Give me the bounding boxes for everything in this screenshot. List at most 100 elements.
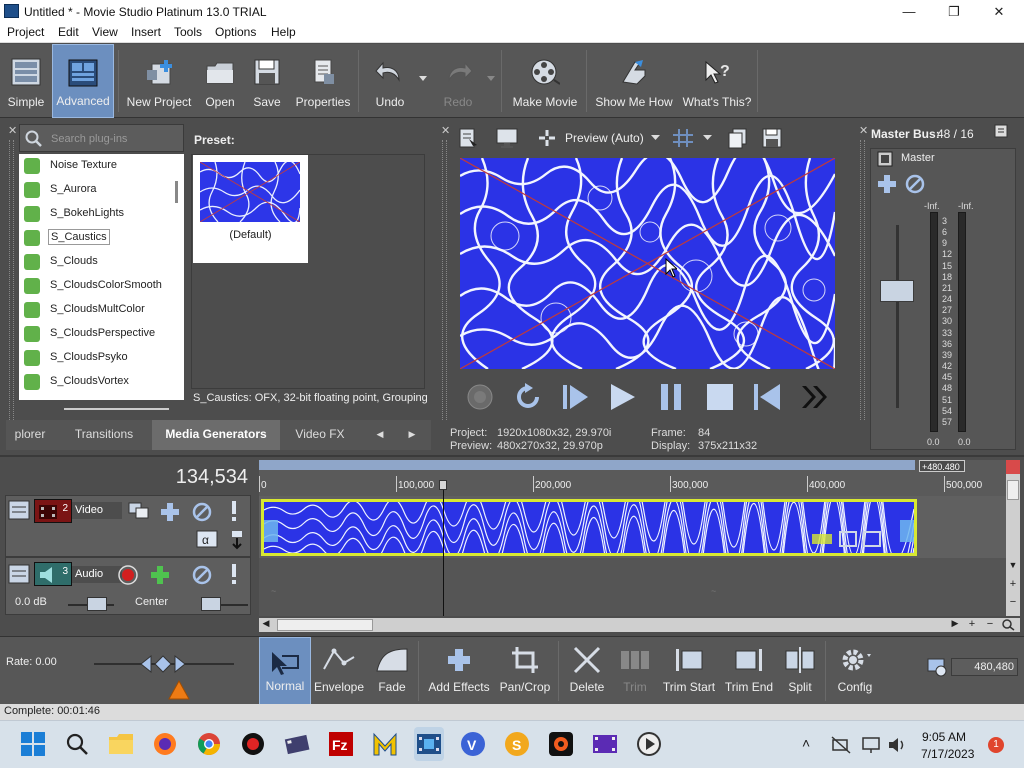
playhead-handle[interactable] <box>439 480 447 490</box>
plugin-item[interactable]: S_Caustics <box>19 226 184 250</box>
firefox-icon[interactable] <box>152 731 178 757</box>
audio-track-lane[interactable]: ~ ~ <box>259 558 1006 616</box>
plugin-item[interactable]: S_CloudsPerspective <box>19 322 184 346</box>
redo-dropdown[interactable] <box>484 44 498 118</box>
plugin-list[interactable]: Noise Texture S_Aurora S_BokehLights S_Caus… <box>19 154 184 400</box>
windows-start-icon[interactable] <box>20 731 46 757</box>
volume-icon[interactable] <box>887 736 907 754</box>
scroll-down-arrow[interactable]: ▼ <box>1006 560 1020 574</box>
zoom-out-vertical[interactable]: − <box>1006 596 1020 610</box>
plugin-item[interactable]: S_CloudsPsyko <box>19 346 184 370</box>
close-panel-icon[interactable]: ✕ <box>859 124 868 137</box>
media-player-icon[interactable] <box>636 731 662 757</box>
add-effects-button[interactable]: Add Effects <box>426 637 492 705</box>
video-editor-icon[interactable] <box>284 731 310 757</box>
zoom-in-vertical[interactable]: + <box>1006 578 1020 592</box>
scrollbar-thumb[interactable] <box>175 181 178 203</box>
copy-snapshot-icon[interactable] <box>727 127 749 149</box>
search-icon[interactable] <box>64 731 90 757</box>
go-to-start-button[interactable] <box>750 380 784 414</box>
split-screen-icon[interactable] <box>537 128 557 148</box>
rate-slider-thumb[interactable] <box>139 655 187 673</box>
redo-button[interactable]: Redo <box>434 44 482 118</box>
clock-date[interactable]: 7/17/2023 <box>921 747 974 761</box>
s-app-icon[interactable]: S <box>504 731 530 757</box>
v-app-icon[interactable]: V <box>460 731 486 757</box>
whats-this-button[interactable]: ? What's This? <box>680 44 754 118</box>
panel-grip[interactable] <box>860 140 865 420</box>
pan-slider-thumb[interactable] <box>201 597 221 611</box>
mixer-options-icon[interactable] <box>994 124 1008 138</box>
menu-options[interactable]: Options <box>215 25 256 39</box>
envelope-edit-tool[interactable]: Envelope <box>312 637 366 705</box>
chevron-down-icon[interactable] <box>703 135 712 141</box>
plugin-list-hscroll[interactable] <box>19 400 184 418</box>
volume-slider-thumb[interactable] <box>87 597 107 611</box>
scroll-left-arrow[interactable]: ◀ <box>259 618 273 632</box>
close-button[interactable]: ✕ <box>976 0 1022 23</box>
plugin-item[interactable]: S_BokehLights <box>19 202 184 226</box>
track-motion-icon[interactable]: α <box>196 530 218 548</box>
tray-chevron-icon[interactable]: ˄ <box>802 735 810 751</box>
config-button[interactable]: Config <box>832 637 878 705</box>
panel-grip[interactable] <box>9 140 14 420</box>
plugin-item[interactable]: S_CloudsVortex <box>19 370 184 394</box>
stop-button[interactable] <box>703 380 737 414</box>
arm-record-icon[interactable] <box>117 564 139 586</box>
track-minimize-icon[interactable] <box>8 500 30 520</box>
external-monitor-icon[interactable] <box>495 127 519 149</box>
tab-transitions[interactable]: Transitions <box>60 420 148 450</box>
tab-explorer[interactable]: plorer <box>6 420 54 450</box>
project-properties-icon[interactable] <box>457 127 479 149</box>
trim-end-button[interactable]: Trim End <box>720 637 778 705</box>
chevron-down-icon[interactable] <box>651 135 660 141</box>
tabs-scroll-left[interactable]: ◀ <box>368 420 392 450</box>
split-button[interactable]: Split <box>780 637 820 705</box>
audio-track-name[interactable]: Audio <box>72 566 122 583</box>
plugin-search-input[interactable]: Search plug-ins <box>19 124 184 152</box>
bypass-fx-icon[interactable] <box>904 173 926 195</box>
simple-button[interactable]: Simple <box>3 44 49 118</box>
plugin-item[interactable]: S_Clouds <box>19 250 184 274</box>
screen-recorder-icon[interactable] <box>240 731 266 757</box>
menu-insert[interactable]: Insert <box>131 25 161 39</box>
panel-grip[interactable] <box>442 140 447 420</box>
video-track-name[interactable]: Video <box>72 502 122 519</box>
master-volume-fader[interactable] <box>880 280 914 302</box>
mute-track-icon[interactable] <box>191 501 213 523</box>
play-button[interactable] <box>605 380 639 414</box>
solo-track-icon[interactable] <box>228 563 240 585</box>
menu-tools[interactable]: Tools <box>174 25 202 39</box>
menu-view[interactable]: View <box>92 25 118 39</box>
menu-edit[interactable]: Edit <box>58 25 79 39</box>
fade-edit-tool[interactable]: Fade <box>370 637 414 705</box>
plugin-item[interactable]: S_CloudsMultColor <box>19 298 184 322</box>
close-panel-icon[interactable]: ✕ <box>441 124 450 137</box>
video-track-header[interactable]: 2 Video α <box>5 495 251 557</box>
plugin-item[interactable]: S_Aurora <box>19 178 184 202</box>
scrollbar-thumb[interactable] <box>277 619 373 631</box>
filezilla-icon[interactable]: Fz <box>328 731 354 757</box>
more-buttons-icon[interactable] <box>798 380 832 414</box>
plugin-item[interactable]: Noise Texture <box>19 154 184 178</box>
solo-track-icon[interactable] <box>228 500 240 522</box>
pause-button[interactable] <box>654 380 688 414</box>
clock-time[interactable]: 9:05 AM <box>922 730 966 744</box>
arrow-down-icon[interactable] <box>230 530 244 550</box>
compositing-mode-icon[interactable] <box>128 502 150 520</box>
plugin-list-scrollbar[interactable] <box>172 154 184 400</box>
maximize-button[interactable]: ❐ <box>931 0 977 23</box>
menu-help[interactable]: Help <box>271 25 296 39</box>
timeline-vscroll[interactable]: ▼ + − <box>1006 460 1020 616</box>
loop-end-marker[interactable]: +480.480 <box>919 460 965 472</box>
preview-quality-dropdown[interactable]: Preview (Auto) <box>565 131 644 145</box>
notification-badge[interactable]: 1 <box>988 737 1004 753</box>
tab-media-generators[interactable]: Media Generators <box>152 420 280 450</box>
plugin-item[interactable]: S_CloudsColorSmooth <box>19 274 184 298</box>
timeline-hscroll[interactable]: ◀ ▶ + − <box>259 618 1020 632</box>
undo-button[interactable]: Undo <box>366 44 414 118</box>
menu-project[interactable]: Project <box>7 25 44 39</box>
chrome-icon[interactable] <box>196 731 222 757</box>
network-icon[interactable] <box>831 736 851 754</box>
yellow-m-app-icon[interactable] <box>372 731 398 757</box>
